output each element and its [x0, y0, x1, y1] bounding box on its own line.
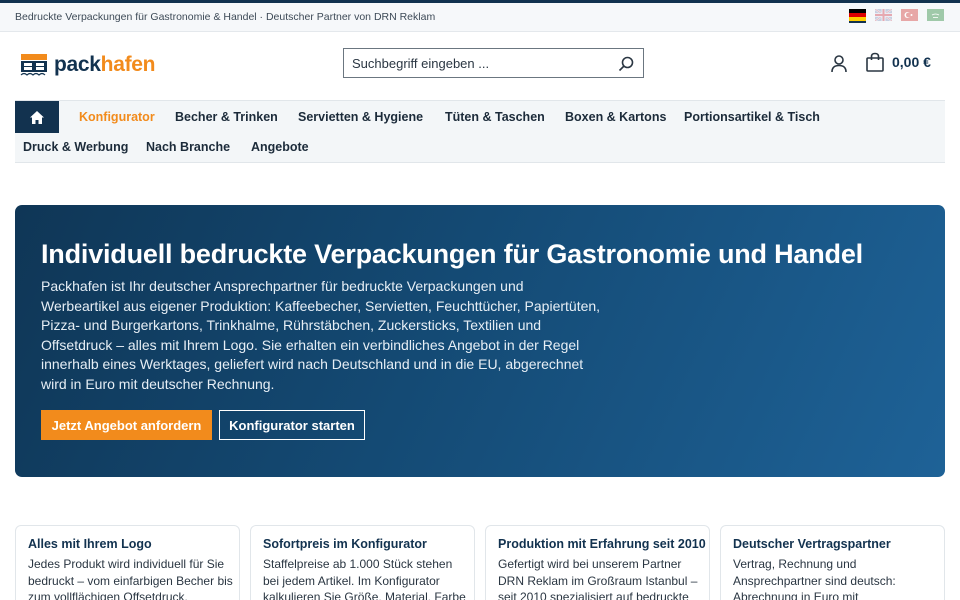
top-info-bar: Bedruckte Verpackungen für Gastronomie &… [0, 3, 960, 32]
start-configurator-button[interactable]: Konfigurator starten [219, 410, 365, 440]
hero-title: Individuell bedruckte Verpackungen für G… [41, 239, 863, 269]
site-header: packhafen 0,00 € [0, 32, 960, 100]
shopping-bag-icon[interactable] [865, 52, 885, 73]
nav-item-nach-branche[interactable]: Nach Branche [146, 140, 230, 154]
nav-item-portionsartikel-tisch[interactable]: Portionsartikel & Tisch [684, 110, 820, 124]
main-navigation: Konfigurator Becher & Trinken Servietten… [15, 100, 945, 163]
nav-item-tueten-taschen[interactable]: Tüten & Taschen [445, 110, 545, 124]
feature-card-sofortpreis: Sofortpreis im Konfigurator Staffelpreis… [250, 525, 475, 600]
nav-item-konfigurator[interactable]: Konfigurator [79, 110, 155, 124]
packhafen-logo[interactable]: packhafen [20, 52, 155, 78]
hero-description: Packhafen ist Ihr deutscher Ansprechpart… [41, 278, 601, 392]
flag-germany-icon[interactable] [849, 9, 866, 23]
nav-item-angebote[interactable]: Angebote [251, 140, 309, 154]
feature-card-logo: Alles mit Ihrem Logo Jedes Produkt wird … [15, 525, 240, 600]
feature-title: Deutscher Vertragspartner [733, 537, 891, 551]
nav-item-becher-trinken[interactable]: Becher & Trinken [175, 110, 278, 124]
home-icon [30, 110, 44, 124]
home-button[interactable] [15, 101, 59, 133]
nav-item-servietten-hygiene[interactable]: Servietten & Hygiene [298, 110, 423, 124]
logo-container-icon [20, 54, 47, 76]
feature-card-vertragspartner: Deutscher Vertragspartner Vertrag, Rechn… [720, 525, 945, 600]
feature-title: Sofortpreis im Konfigurator [263, 537, 427, 551]
cart-total[interactable]: 0,00 € [892, 54, 931, 70]
flag-saudi-icon[interactable] [927, 9, 944, 21]
feature-title: Alles mit Ihrem Logo [28, 537, 152, 551]
search-icon[interactable] [617, 55, 635, 73]
search-input[interactable] [344, 49, 604, 77]
feature-title: Produktion mit Erfahrung seit 2010 [498, 537, 706, 551]
nav-item-druck-werbung[interactable]: Druck & Werbung [23, 140, 128, 154]
nav-item-boxen-kartons[interactable]: Boxen & Kartons [565, 110, 666, 124]
hero-banner: Individuell bedruckte Verpackungen für G… [15, 205, 945, 477]
logo-wordmark-pack: pack [54, 53, 101, 76]
topbar-tagline: Bedruckte Verpackungen für Gastronomie &… [15, 11, 436, 23]
flag-uk-icon[interactable] [875, 9, 892, 21]
logo-wordmark: packhafen [54, 53, 155, 77]
feature-text: Jedes Produkt wird individuell für Sie b… [28, 557, 233, 600]
feature-text: Gefertigt wird bei unserem Partner DRN R… [498, 557, 698, 600]
language-switcher [849, 9, 944, 23]
feature-text: Staffelpreise ab 1.000 Stück stehen bei … [263, 557, 466, 600]
flag-turkey-icon[interactable] [901, 9, 918, 21]
account-icon[interactable] [830, 54, 848, 74]
feature-card-produktion: Produktion mit Erfahrung seit 2010 Gefer… [485, 525, 710, 600]
request-quote-button[interactable]: Jetzt Angebot anfordern [41, 410, 212, 440]
feature-text: Vertrag, Rechnung und Ansprechpartner si… [733, 557, 896, 600]
logo-wordmark-hafen: hafen [100, 53, 156, 76]
search-box [343, 48, 644, 78]
